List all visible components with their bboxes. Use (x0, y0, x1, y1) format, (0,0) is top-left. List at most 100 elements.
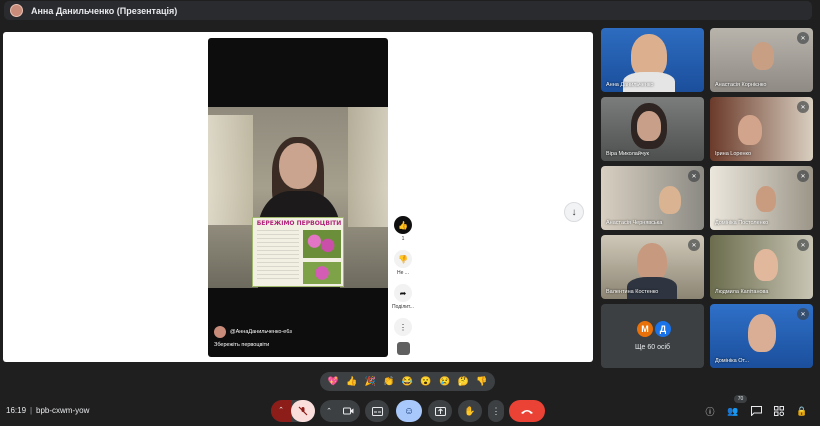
more-participants-avatars: М Д (637, 321, 671, 337)
people-count-badge: 70 (734, 395, 747, 403)
activities-icon (774, 406, 784, 416)
participant-name: Анна Данильченко (606, 82, 654, 88)
dislike-label: Не ... (397, 270, 409, 276)
more-vert-icon: ⋮ (491, 405, 501, 416)
participant-tile[interactable]: Віра Миколайчук (601, 97, 704, 161)
sad-reaction[interactable]: 😢 (439, 376, 450, 387)
participant-tile[interactable]: ✕ Людмила Капітанова (710, 235, 813, 299)
camera-icon (342, 407, 353, 415)
audio-options-chevron-icon[interactable]: ⌃ (271, 400, 291, 422)
participant-name: Домініка Постоленко (715, 220, 769, 226)
meeting-details-button[interactable]: ⓘ (703, 404, 717, 418)
video-caption: Збережіть первоцвіти (214, 342, 270, 348)
primrose-poster: БЕРЕЖІМО ПЕРВОЦВІТИ (252, 217, 344, 287)
share-icon[interactable]: ➦ (394, 284, 412, 302)
window-background (208, 115, 253, 225)
participant-video (756, 186, 776, 212)
poster-title: БЕРЕЖІМО ПЕРВОЦВІТИ (256, 220, 342, 227)
captions-button[interactable] (365, 400, 389, 422)
channel-name: @АннаДанильченко-е6з (230, 329, 292, 335)
people-icon: 👥 (727, 405, 739, 416)
activities-button[interactable] (772, 404, 786, 418)
participant-name: Людмила Капітанова (715, 289, 769, 295)
present-screen-icon (434, 406, 446, 416)
more-options-button[interactable]: ⋮ (488, 400, 504, 422)
mic-off-icon: ✕ (797, 101, 809, 113)
emoji-button[interactable]: ☺ (396, 400, 422, 422)
participant-video (752, 42, 774, 70)
sound-action[interactable] (391, 342, 415, 355)
more-participants-label: Ще 60 осіб (634, 344, 671, 351)
reaction-bar: 💖 👍 🎉 👏 😂 😮 😢 🤔 👎 (320, 372, 495, 391)
camera-button[interactable] (337, 400, 359, 422)
participant-tile[interactable]: Анна Данильченко (601, 28, 704, 92)
mic-off-icon: ✕ (797, 170, 809, 182)
host-controls-button[interactable]: 🔒 (795, 404, 809, 418)
flower-photo-2 (303, 262, 341, 284)
participant-tile[interactable]: ✕ Домініка От... (710, 304, 813, 368)
scroll-down-button[interactable]: ↓ (564, 202, 584, 222)
channel-avatar (214, 326, 226, 338)
participant-tile[interactable]: ✕ Анастасія Чернявська (601, 166, 704, 230)
participant-tile[interactable]: ✕ Анастасія Корнієнко (710, 28, 813, 92)
poster-text-block (257, 230, 299, 282)
participant-video (738, 115, 762, 145)
clap-reaction[interactable]: 👏 (383, 376, 394, 387)
info-separator: | (30, 406, 33, 415)
thumbs-down-reaction[interactable]: 👎 (476, 376, 487, 387)
thumbs-up-icon[interactable]: 👍 (394, 216, 412, 234)
present-button[interactable] (428, 400, 452, 422)
party-reaction[interactable]: 🎉 (365, 376, 376, 387)
like-count: 1 (401, 236, 405, 242)
shared-phone-screen: БЕРЕЖІМО ПЕРВОЦВІТИ @АннаДанильченко-е6з… (208, 38, 388, 357)
like-action[interactable]: 👍 1 (391, 216, 415, 242)
call-controls-bar: 16:19 | bpb-cxwm-yow ⌃ ⌃ ☺ ✋ ⋮ ⓘ 👥 70 🔒 (0, 395, 820, 426)
leave-call-button[interactable] (509, 400, 545, 422)
mic-off-icon: ✕ (688, 239, 700, 251)
flower-photo (303, 230, 341, 258)
people-button[interactable]: 👥 (726, 404, 740, 418)
lock-person-icon: 🔒 (796, 405, 808, 416)
surprised-reaction[interactable]: 😮 (420, 376, 431, 387)
channel-info[interactable]: @АннаДанильченко-е6з (214, 326, 292, 338)
more-action[interactable]: ⋮ (391, 318, 415, 336)
hand-icon: ✋ (464, 405, 476, 416)
mic-off-button[interactable] (291, 400, 315, 422)
chat-icon (750, 406, 762, 416)
mic-control-group: ⌃ (271, 400, 315, 422)
presenter-chip[interactable]: Анна Данильченко (Презентація) (4, 1, 812, 20)
participant-tile[interactable]: ✕ Домініка Постоленко (710, 166, 813, 230)
laugh-reaction[interactable]: 😂 (402, 376, 413, 387)
participant-name: Віра Миколайчук (606, 151, 649, 157)
participant-name: Анастасія Корнієнко (715, 82, 767, 88)
participant-tile[interactable]: ✕ Ірина Loренко (710, 97, 813, 161)
meeting-clock: 16:19 (6, 406, 27, 415)
more-participants-tile[interactable]: М Д Ще 60 осіб (601, 304, 704, 368)
meeting-code: bpb-cxwm-yow (36, 406, 90, 415)
thinking-reaction[interactable]: 🤔 (457, 376, 468, 387)
thumbs-down-icon[interactable]: 👎 (394, 250, 412, 268)
hang-up-icon (521, 409, 533, 414)
more-icon[interactable]: ⋮ (394, 318, 412, 336)
thumbs-up-reaction[interactable]: 👍 (346, 376, 357, 387)
raise-hand-button[interactable]: ✋ (458, 400, 482, 422)
share-action[interactable]: ➦ Поділит... (391, 284, 415, 310)
info-icon: ⓘ (705, 406, 715, 417)
shared-video-frame[interactable]: БЕРЕЖІМО ПЕРВОЦВІТИ (208, 107, 388, 288)
share-label: Поділит... (392, 304, 414, 310)
chat-button[interactable] (749, 404, 763, 418)
audio-thumbnail-icon[interactable] (396, 342, 410, 355)
mic-off-icon (298, 406, 308, 416)
mic-off-icon: ✕ (797, 308, 809, 320)
participant-avatar: М (637, 321, 653, 337)
dislike-action[interactable]: 👎 Не ... (391, 250, 415, 276)
heart-reaction[interactable]: 💖 (328, 376, 339, 387)
participant-name: Домініка От... (715, 358, 749, 364)
participant-tile[interactable]: ✕ Валентина Костенко (601, 235, 704, 299)
participant-name: Ірина Loренко (715, 151, 752, 157)
participant-name: Анастасія Чернявська (606, 220, 663, 226)
captions-icon (371, 406, 383, 416)
speaker-face (279, 143, 317, 189)
video-options-chevron-icon[interactable]: ⌃ (321, 407, 337, 415)
arrow-down-icon: ↓ (571, 206, 577, 218)
